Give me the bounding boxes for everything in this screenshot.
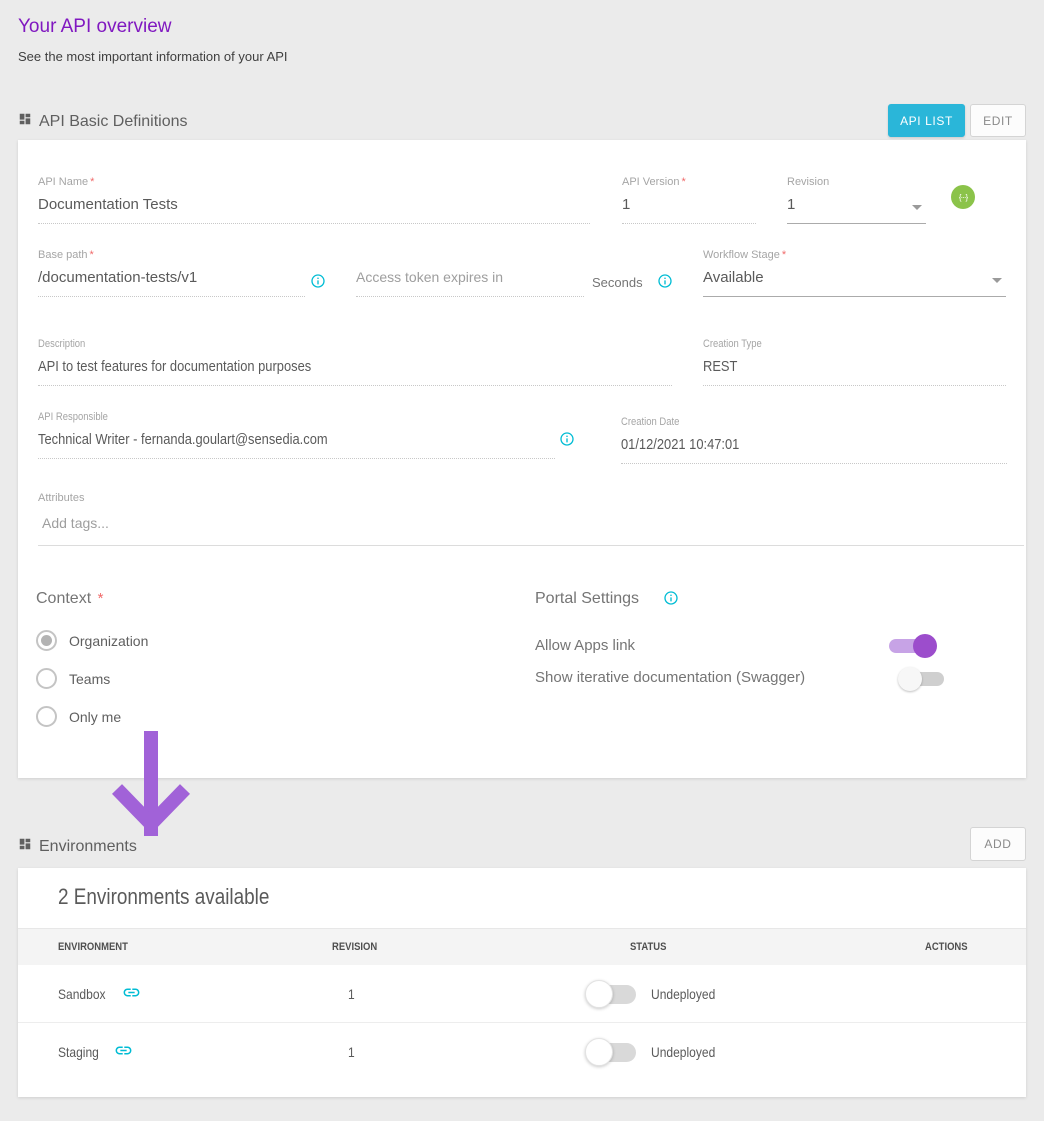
revision-label: Revision <box>787 176 926 191</box>
required-marker: * <box>90 176 94 188</box>
seconds-suffix: Seconds <box>592 275 643 290</box>
add-environment-button[interactable]: ADD <box>970 827 1026 861</box>
radio-button-icon[interactable] <box>36 630 57 651</box>
swagger-doc-label: Show iterative documentation (Swagger) <box>535 669 805 686</box>
api-name-label: API Name <box>38 176 88 188</box>
radio-teams[interactable]: Teams <box>36 668 110 689</box>
environments-table-header: ENVIRONMENT REVISION STATUS ACTIONS <box>18 928 1026 965</box>
workflow-stage-select[interactable]: Workflow Stage* Available <box>703 249 1006 297</box>
creation-type-label: Creation Type <box>703 338 762 353</box>
dashboard-icon <box>18 112 32 131</box>
required-marker: * <box>681 176 685 188</box>
edit-button[interactable]: EDIT <box>970 104 1026 137</box>
api-responsible-value: Technical Writer - fernanda.goulart@sens… <box>38 431 328 448</box>
info-icon[interactable] <box>657 273 673 294</box>
creation-type-value: REST <box>703 358 737 375</box>
required-marker: * <box>90 249 94 261</box>
annotation-arrow-icon <box>112 731 190 841</box>
radio-organization-label: Organization <box>69 633 148 649</box>
basic-definitions-title: API Basic Definitions <box>39 113 188 131</box>
table-row: Sandbox 1 Undeployed <box>18 965 1026 1023</box>
attributes-label: Attributes <box>38 492 1024 507</box>
api-list-button[interactable]: API LIST <box>888 104 965 137</box>
chevron-down-icon[interactable] <box>992 278 1002 283</box>
api-version-field[interactable]: API Version* 1 <box>622 176 756 224</box>
attributes-field[interactable]: Attributes Add tags... <box>38 492 1024 546</box>
radio-only-me[interactable]: Only me <box>36 706 121 727</box>
attributes-placeholder: Add tags... <box>42 515 109 531</box>
page-subtitle: See the most important information of yo… <box>18 49 288 64</box>
required-marker: * <box>782 249 786 261</box>
base-path-label: Base path <box>38 249 88 261</box>
status-label: Undeployed <box>651 1044 715 1060</box>
api-version-label: API Version <box>622 176 679 188</box>
environment-name: Staging <box>58 1044 99 1060</box>
info-icon[interactable] <box>310 273 326 294</box>
column-actions: ACTIONS <box>925 941 1012 953</box>
workflow-stage-value: Available <box>703 269 764 286</box>
revision-value: 1 <box>348 1044 355 1060</box>
access-token-field[interactable]: Access token expires in <box>356 249 584 297</box>
api-name-field[interactable]: API Name* Documentation Tests <box>38 176 590 224</box>
status-label: Undeployed <box>651 986 715 1002</box>
description-field[interactable]: Description API to test features for doc… <box>38 334 672 386</box>
description-value: API to test features for documentation p… <box>38 358 311 375</box>
column-revision: REVISION <box>332 941 588 953</box>
api-responsible-label: API Responsible <box>38 411 108 426</box>
column-status: STATUS <box>630 941 884 953</box>
swagger-doc-toggle[interactable] <box>900 667 950 691</box>
creation-date-field: Creation Date 01/12/2021 10:47:01 <box>621 412 1007 464</box>
creation-date-label: Creation Date <box>621 416 679 431</box>
allow-apps-toggle[interactable] <box>887 634 937 658</box>
base-path-field[interactable]: Base path* /documentation-tests/v1 <box>38 249 305 297</box>
portal-settings-group-title: Portal Settings <box>535 587 679 611</box>
deploy-toggle[interactable] <box>585 979 637 1009</box>
environment-name: Sandbox <box>58 986 106 1002</box>
radio-organization[interactable]: Organization <box>36 630 148 651</box>
radio-teams-label: Teams <box>69 671 110 687</box>
context-label: Context <box>36 590 91 607</box>
info-icon[interactable] <box>663 587 679 611</box>
page-title: Your API overview <box>18 16 172 38</box>
link-icon[interactable] <box>122 983 141 1005</box>
access-token-placeholder: Access token expires in <box>356 269 503 285</box>
basic-definitions-card: API Name* Documentation Tests API Versio… <box>18 140 1026 778</box>
required-marker: * <box>98 590 104 607</box>
creation-date-value: 01/12/2021 10:47:01 <box>621 436 739 453</box>
radio-only-me-label: Only me <box>69 709 121 725</box>
api-version-value: 1 <box>622 191 756 224</box>
base-path-value: /documentation-tests/v1 <box>38 264 305 297</box>
code-trace-icon[interactable]: {···} <box>951 185 975 209</box>
basic-definitions-section-header: API Basic Definitions <box>18 112 188 131</box>
revision-value: 1 <box>348 986 355 1002</box>
api-name-value: Documentation Tests <box>38 191 590 224</box>
context-group-title: Context * <box>36 590 103 608</box>
radio-button-icon[interactable] <box>36 668 57 689</box>
api-responsible-field[interactable]: API Responsible Technical Writer - ferna… <box>38 407 555 459</box>
environments-card: 2 Environments available ENVIRONMENT REV… <box>18 868 1026 1097</box>
deploy-toggle[interactable] <box>585 1037 637 1067</box>
radio-button-icon[interactable] <box>36 706 57 727</box>
environments-card-title: 2 Environments available <box>58 884 269 910</box>
info-icon[interactable] <box>559 431 575 452</box>
dashboard-icon <box>18 837 32 856</box>
description-label: Description <box>38 338 85 353</box>
revision-value: 1 <box>787 196 795 213</box>
revision-select[interactable]: Revision 1 <box>787 176 926 224</box>
workflow-stage-label: Workflow Stage <box>703 249 780 261</box>
chevron-down-icon[interactable] <box>912 205 922 210</box>
creation-type-field: Creation Type REST <box>703 334 1006 386</box>
portal-settings-label: Portal Settings <box>535 590 639 608</box>
link-icon[interactable] <box>114 1041 133 1063</box>
column-environment: ENVIRONMENT <box>58 941 294 953</box>
allow-apps-link-label: Allow Apps link <box>535 637 635 654</box>
table-row: Staging 1 Undeployed <box>18 1023 1026 1081</box>
